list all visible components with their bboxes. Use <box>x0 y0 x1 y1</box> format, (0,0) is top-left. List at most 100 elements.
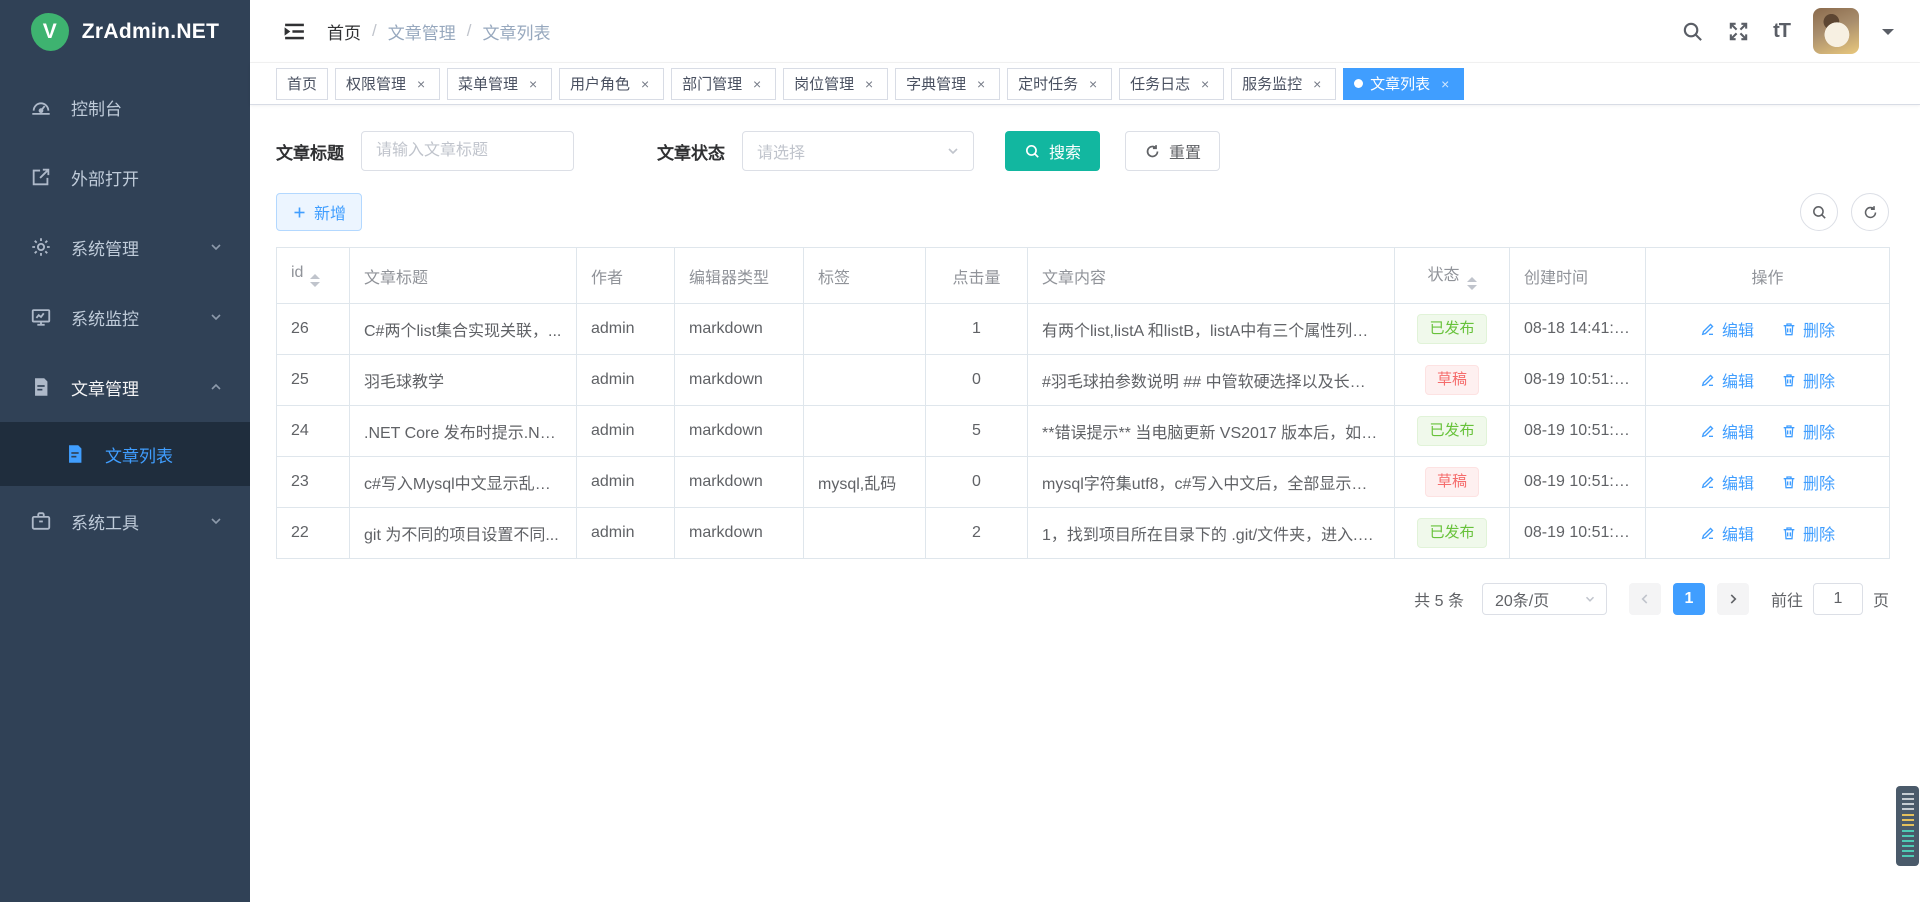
prev-page-button[interactable] <box>1629 583 1661 615</box>
tab-close-icon[interactable]: × <box>749 76 765 92</box>
cell-editor-type: markdown <box>675 355 804 406</box>
column-label: 文章标题 <box>364 270 428 287</box>
tab-close-icon[interactable]: × <box>525 76 541 92</box>
menu-fold-icon[interactable] <box>282 19 307 44</box>
add-button[interactable]: 新增 <box>276 193 362 231</box>
gear-icon <box>30 236 52 258</box>
tab-close-icon[interactable]: × <box>1085 76 1101 92</box>
delete-button[interactable]: 删除 <box>1781 521 1835 545</box>
sort-caret-icon[interactable] <box>1467 277 1477 290</box>
tab-6[interactable]: 字典管理× <box>895 68 1000 100</box>
column-header-7[interactable]: 状态 <box>1395 248 1510 304</box>
plus-icon <box>292 205 307 220</box>
edit-button[interactable]: 编辑 <box>1700 419 1754 443</box>
sidebar-item-system-monitor[interactable]: 系统监控 <box>0 282 250 352</box>
app-title: ZrAdmin.NET <box>82 20 219 44</box>
next-page-button[interactable] <box>1717 583 1749 615</box>
dashboard-icon <box>30 96 52 118</box>
breadcrumb-separator: / <box>467 21 472 41</box>
goto-page-input[interactable] <box>1813 583 1863 615</box>
pencil-icon <box>1700 525 1716 541</box>
delete-button[interactable]: 删除 <box>1781 419 1835 443</box>
tab-8[interactable]: 任务日志× <box>1119 68 1224 100</box>
tab-close-icon[interactable]: × <box>1197 76 1213 92</box>
column-header-3: 编辑器类型 <box>675 248 804 304</box>
reset-button[interactable]: 重置 <box>1125 131 1220 171</box>
tab-9[interactable]: 服务监控× <box>1231 68 1336 100</box>
breadcrumb-item[interactable]: 文章列表 <box>482 19 550 44</box>
tab-label: 岗位管理 <box>794 73 854 94</box>
table-row: 26C#两个list集合实现关联，...adminmarkdown1有两个lis… <box>277 304 1890 355</box>
sidebar-item-article-manage[interactable]: 文章管理 <box>0 352 250 422</box>
edit-button[interactable]: 编辑 <box>1700 521 1754 545</box>
pagination-goto: 前往 页 <box>1771 583 1889 615</box>
table-toolbar: 新增 <box>276 193 1889 231</box>
tab-close-icon[interactable]: × <box>637 76 653 92</box>
delete-button[interactable]: 删除 <box>1781 317 1835 341</box>
avatar[interactable] <box>1813 8 1859 54</box>
font-size-icon[interactable]: tT <box>1773 20 1790 43</box>
tab-2[interactable]: 菜单管理× <box>447 68 552 100</box>
trash-icon <box>1781 423 1797 439</box>
delete-button[interactable]: 删除 <box>1781 368 1835 392</box>
sidebar-item-article-list[interactable]: 文章列表 <box>0 422 250 486</box>
column-header-2: 作者 <box>577 248 675 304</box>
tags-view-bar: 首页权限管理×菜单管理×用户角色×部门管理×岗位管理×字典管理×定时任务×任务日… <box>250 63 1920 105</box>
tab-close-icon[interactable]: × <box>413 76 429 92</box>
search-icon[interactable] <box>1681 20 1704 43</box>
document-icon <box>30 376 52 398</box>
breadcrumb-item[interactable]: 文章管理 <box>388 19 456 44</box>
page-number-button[interactable]: 1 <box>1673 583 1705 615</box>
column-label: 点击量 <box>952 270 1000 287</box>
breadcrumb-item[interactable]: 首页 <box>327 19 361 44</box>
tab-3[interactable]: 用户角色× <box>559 68 664 100</box>
delete-button[interactable]: 删除 <box>1781 470 1835 494</box>
tab-7[interactable]: 定时任务× <box>1007 68 1112 100</box>
chevron-down-icon <box>1583 592 1597 606</box>
tab-close-icon[interactable]: × <box>973 76 989 92</box>
search-icon <box>1024 143 1041 160</box>
article-title-label: 文章标题 <box>276 139 344 164</box>
tab-0[interactable]: 首页 <box>276 68 328 100</box>
page-size-select[interactable]: 20条/页 <box>1482 583 1607 615</box>
sidebar-item-label: 外部打开 <box>71 165 224 190</box>
sidebar-item-system-manage[interactable]: 系统管理 <box>0 212 250 282</box>
sidebar-item-label: 文章管理 <box>71 375 208 400</box>
column-header-9: 操作 <box>1646 248 1890 304</box>
tab-close-icon[interactable]: × <box>861 76 877 92</box>
sort-caret-icon[interactable] <box>310 274 320 287</box>
tab-4[interactable]: 部门管理 × <box>671 68 776 100</box>
tab-5[interactable]: 岗位管理 × <box>783 68 888 100</box>
sidebar-item-system-tools[interactable]: 系统工具 <box>0 486 250 556</box>
tab-1[interactable]: 权限管理× <box>335 68 440 100</box>
sidebar-item-external-open[interactable]: 外部打开 <box>0 142 250 212</box>
cell-title: c#写入Mysql中文显示乱码 ... <box>350 457 577 508</box>
cell-tags <box>804 355 926 406</box>
article-status-select[interactable]: 请选择 <box>742 131 974 171</box>
cell-author: admin <box>577 406 675 457</box>
cell-actions: 编辑 删除 <box>1646 457 1890 508</box>
submenu-article-manage: 文章列表 <box>0 422 250 486</box>
search-button[interactable]: 搜索 <box>1005 131 1100 171</box>
tab-10-active[interactable]: 文章列表× <box>1343 68 1464 100</box>
tab-close-icon[interactable]: × <box>1309 76 1325 92</box>
filter-form: 文章标题 文章状态 请选择 搜索 <box>276 131 1889 171</box>
toggle-search-button[interactable] <box>1800 193 1838 231</box>
caret-down-icon[interactable] <box>1882 29 1894 41</box>
cell-editor-type: markdown <box>675 508 804 559</box>
edit-button[interactable]: 编辑 <box>1700 317 1754 341</box>
edit-button[interactable]: 编辑 <box>1700 368 1754 392</box>
breadcrumb-separator: / <box>372 21 377 41</box>
article-title-input[interactable] <box>361 131 574 171</box>
table-row: 25羽毛球教学adminmarkdown0#羽毛球拍参数说明 ## 中管软硬选择… <box>277 355 1890 406</box>
tab-close-icon[interactable]: × <box>1437 76 1453 92</box>
column-header-1: 文章标题 <box>350 248 577 304</box>
sidebar-item-dashboard[interactable]: 控制台 <box>0 72 250 142</box>
tab-label: 部门管理 <box>682 73 742 94</box>
cell-tags <box>804 508 926 559</box>
cell-editor-type: markdown <box>675 457 804 508</box>
edit-button[interactable]: 编辑 <box>1700 470 1754 494</box>
column-header-0[interactable]: id <box>277 248 350 304</box>
fullscreen-icon[interactable] <box>1727 20 1750 43</box>
refresh-table-button[interactable] <box>1851 193 1889 231</box>
